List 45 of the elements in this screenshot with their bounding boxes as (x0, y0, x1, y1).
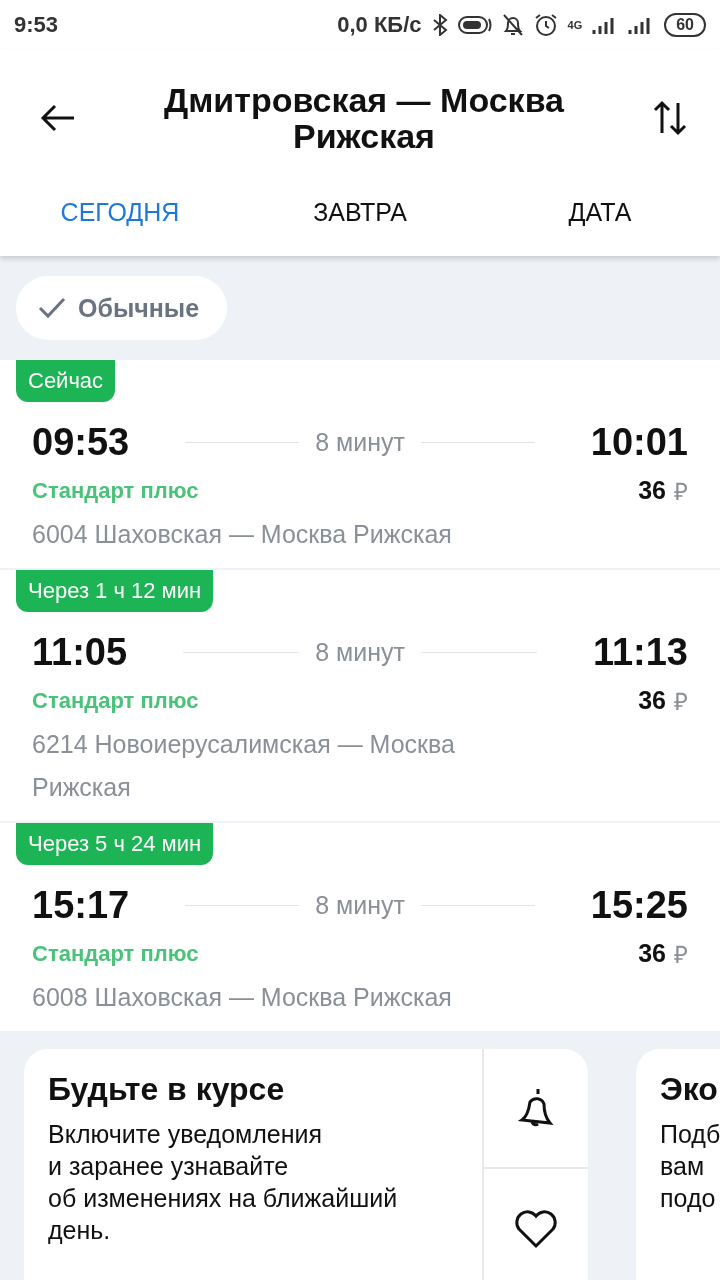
currency-sign: ₽ (674, 477, 688, 507)
travel-duration: 8 минут (315, 427, 405, 457)
travel-duration: 8 минут (315, 637, 405, 667)
heart-icon (514, 1209, 558, 1249)
train-route: 6004 Шаховская — Москва Рижская (32, 519, 453, 550)
train-route: 6214 Новоиерусалимская — Москва Рижская (32, 729, 456, 803)
departure-badge: Через 1 ч 12 мин (16, 570, 214, 612)
arrival-time: 11:13 (592, 630, 688, 674)
network-type: 4G (567, 19, 583, 31)
filter-chip[interactable]: Обычные (16, 276, 228, 340)
ticket-price: 36 (638, 939, 666, 968)
alarm-icon (533, 13, 558, 37)
arrival-time: 15:25 (590, 883, 688, 927)
departure-time: 09:53 (32, 420, 130, 464)
departure-badge: Сейчас (16, 360, 116, 402)
battery-level: 60 (664, 13, 706, 37)
ticket-price: 36 (638, 476, 666, 505)
currency-sign: ₽ (674, 687, 688, 717)
travel-duration: 8 минут (315, 890, 405, 920)
card-text: Включите уведомления и заранее узнавайте об изменениях на ближайший день. (48, 1119, 399, 1246)
date-tab[interactable]: СЕГОДНЯ (0, 168, 240, 256)
card-title: Будьте в курсе (48, 1071, 286, 1108)
card-title: Эко (660, 1071, 719, 1108)
route-title: Дмитровская — Москва Рижская (163, 82, 565, 154)
currency-sign: ₽ (674, 940, 688, 970)
date-tab[interactable]: ДАТА (480, 168, 720, 256)
departure-time: 11:05 (32, 630, 128, 674)
arrival-time: 10:01 (590, 420, 688, 464)
tariff-label: Стандарт плюс (32, 687, 200, 714)
back-arrow-icon (40, 103, 76, 133)
check-icon (38, 297, 66, 319)
tariff-label: Стандарт плюс (32, 940, 200, 967)
card-text: Подб вам подо (660, 1119, 720, 1214)
train-route: 6008 Шаховская — Москва Рижская (32, 982, 453, 1013)
departure-badge: Через 5 ч 24 мин (16, 823, 214, 865)
status-time: 9:53 (14, 12, 59, 38)
vibrate-icon (457, 15, 492, 35)
date-tab[interactable]: ЗАВТРА (240, 168, 480, 256)
tariff-label: Стандарт плюс (32, 477, 200, 504)
swap-arrows-icon (652, 99, 688, 137)
ticket-price: 36 (638, 686, 666, 715)
muted-bell-icon (501, 13, 524, 37)
network-speed: 0,0 КБ/с (337, 12, 422, 38)
departure-time: 15:17 (32, 883, 130, 927)
bluetooth-icon (431, 14, 448, 36)
